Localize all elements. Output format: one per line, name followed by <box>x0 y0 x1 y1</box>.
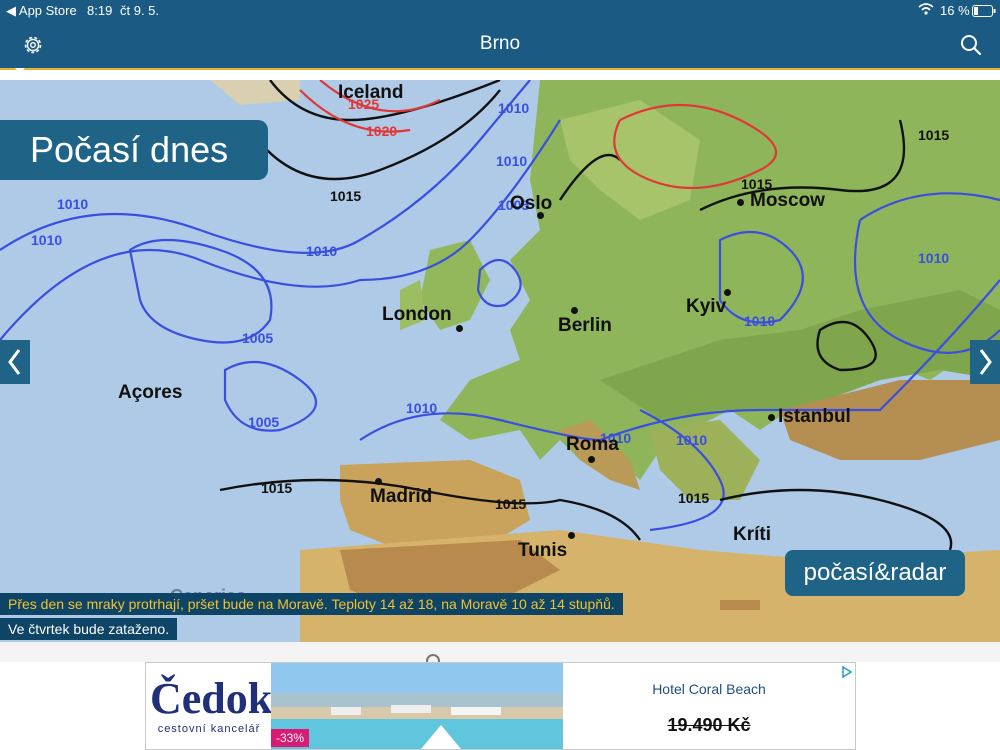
dropdown-caret <box>15 68 25 73</box>
pocasi-radar-logo: počasí&radar <box>785 550 965 596</box>
advertisement-banner[interactable]: Čedok cestovní kancelář -33% Hotel Coral… <box>145 662 856 750</box>
city-dot-madrid <box>375 478 382 485</box>
status-time: 8:19 <box>87 3 113 18</box>
page-title: Brno <box>479 33 521 54</box>
isobar-label: 1005 <box>242 330 274 346</box>
status-bar: ◀ App Store 8:19 čt 9. 5. 16 % <box>0 0 1000 22</box>
city-label-tunis: Tunis <box>518 540 568 561</box>
city-label-acores: Açores <box>118 382 183 403</box>
forecast-caption: Přes den se mraky protrhají, pršet bude … <box>0 593 623 615</box>
isobar-label: 1015 <box>261 480 293 496</box>
city-dot-kyiv <box>724 289 731 296</box>
search-icon[interactable] <box>958 32 984 58</box>
isobar-label: 1010 <box>496 153 528 169</box>
city-dot-london <box>456 325 463 332</box>
chevron-right-icon <box>979 349 992 375</box>
map-footer-strip <box>0 642 1000 668</box>
isobar-label: 1010 <box>57 196 89 212</box>
city-label-roma: Roma <box>566 434 619 455</box>
isobar-label: 1015 <box>495 496 527 512</box>
city-label-kyiv: Kyiv <box>686 296 727 317</box>
ad-brand-sub: cestovní kancelář <box>157 723 261 735</box>
city-label-london: London <box>382 304 452 325</box>
city-label-berlin: Berlin <box>558 315 612 336</box>
adchoices-icon[interactable] <box>841 665 853 679</box>
battery-icon <box>972 5 996 20</box>
city-label-istanbul: Istanbul <box>778 406 851 427</box>
next-arrow-button[interactable] <box>970 340 1000 384</box>
city-dot-berlin <box>571 307 578 314</box>
ad-hotel-name: Hotel Coral Beach <box>652 681 766 697</box>
ad-brand: Čedok <box>150 674 273 723</box>
city-label-kriti: Kríti <box>733 524 771 545</box>
isobar-label: 1005 <box>248 414 280 430</box>
wifi-icon <box>918 3 934 18</box>
isobar-label: 1010 <box>306 243 338 259</box>
city-label-iceland: Iceland <box>338 82 404 103</box>
isobar-label: 1020 <box>366 123 398 139</box>
forecast-caption-secondary: Ve čtvrtek bude zataženo. <box>0 618 178 640</box>
isobar-label: 1015 <box>678 490 710 506</box>
city-label-madrid: Madrid <box>370 486 433 507</box>
nav-bar: Brno <box>0 22 1000 70</box>
isobar-label: 1010 <box>406 400 438 416</box>
isobar-label: 1010 <box>498 100 530 116</box>
isobar-label: 1010 <box>31 232 63 248</box>
city-dot-tunis <box>568 532 575 539</box>
status-date: čt 9. 5. <box>120 3 160 18</box>
city-dot-istanbul <box>768 414 775 421</box>
hotel-photo: -33% <box>271 663 563 749</box>
isobar-label: 1015 <box>330 188 362 204</box>
weather-map[interactable]: Počasí dnes 1010 1010 1010 1010 1010 101… <box>0 80 1000 642</box>
back-to-app-store[interactable]: ◀ App Store <box>6 3 77 19</box>
chevron-left-icon <box>8 349 21 375</box>
discount-badge: -33% <box>271 729 310 747</box>
map-banner-title: Počasí dnes <box>0 120 268 180</box>
isobar-label: 1015 <box>918 127 950 143</box>
prev-arrow-button[interactable] <box>0 340 30 384</box>
isobar-label: 1010 <box>676 432 708 448</box>
city-label-oslo: Oslo <box>510 193 553 214</box>
cedok-logo: Čedok cestovní kancelář <box>146 663 273 749</box>
isobar-label: 1010 <box>744 313 776 329</box>
city-dot-oslo <box>537 212 544 219</box>
isobar-label: 1010 <box>918 250 950 266</box>
ad-price: 19.490 Kč <box>667 715 751 735</box>
city-dot-roma <box>588 456 595 463</box>
city-dot-moscow <box>737 199 744 206</box>
battery-percent: 16 % <box>940 3 970 18</box>
city-label-moscow: Moscow <box>750 190 825 211</box>
